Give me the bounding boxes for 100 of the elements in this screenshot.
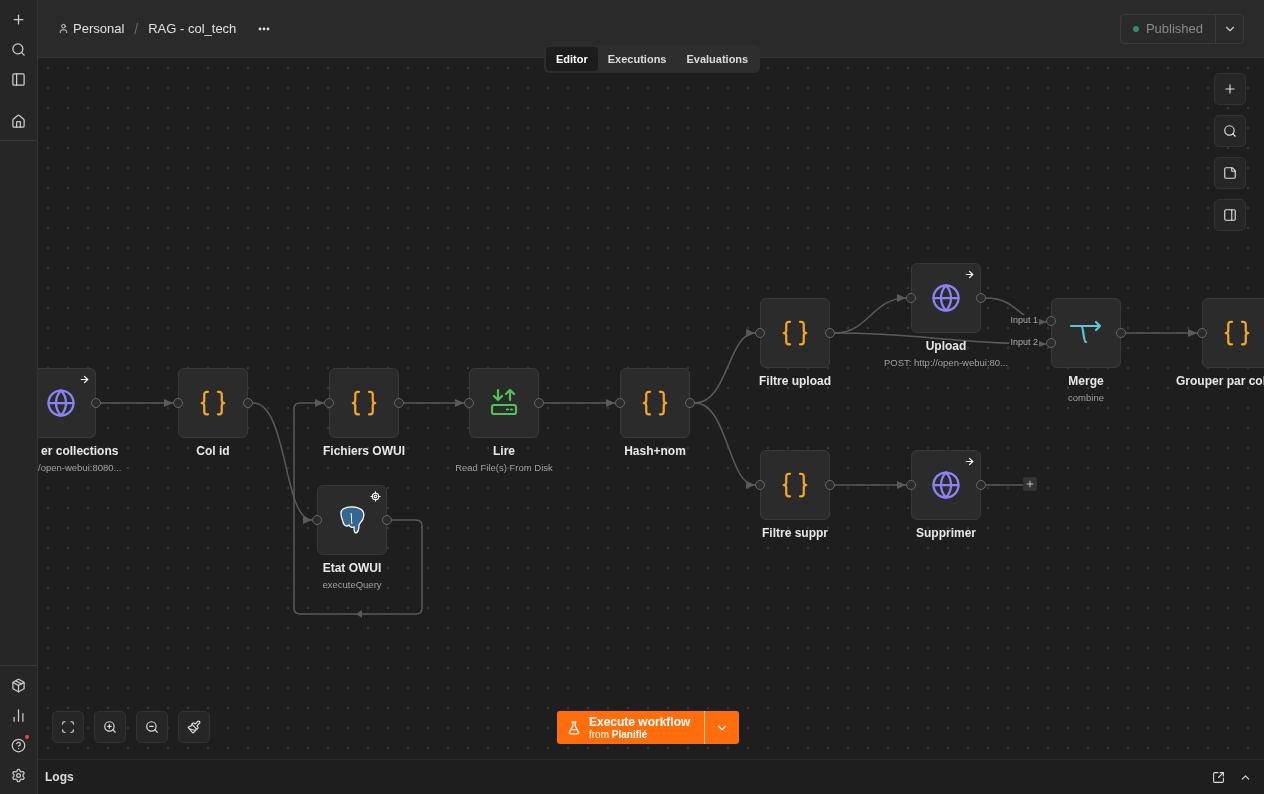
- zoom-in-button[interactable]: [94, 711, 126, 743]
- input-handle[interactable]: [464, 398, 474, 408]
- zoom-out-icon: [145, 720, 159, 734]
- input-handle[interactable]: [755, 480, 765, 490]
- input-handle[interactable]: [906, 293, 916, 303]
- help-icon: [11, 737, 26, 753]
- ellipsis-icon: [258, 26, 271, 31]
- zoom-out-button[interactable]: [136, 711, 168, 743]
- code-node[interactable]: [1202, 298, 1264, 368]
- flask-icon: [567, 720, 581, 735]
- output-handle[interactable]: [243, 398, 253, 408]
- input-handle[interactable]: [615, 398, 625, 408]
- panel-icon: [11, 71, 26, 87]
- logs-label: Logs: [45, 770, 74, 784]
- fit-view-button[interactable]: [52, 711, 84, 743]
- code-node[interactable]: [329, 368, 399, 438]
- http-node[interactable]: [38, 368, 96, 438]
- globe-icon: [46, 388, 76, 418]
- http-node[interactable]: [911, 263, 981, 333]
- node-title: Filtre upload: [759, 374, 831, 388]
- breadcrumb-separator: /: [134, 20, 139, 37]
- merge-node[interactable]: [1051, 298, 1121, 368]
- braces-icon: [780, 470, 810, 500]
- panel-toggle-button[interactable]: [1214, 199, 1246, 231]
- tab[interactable]: Editor: [546, 47, 598, 71]
- input-handle[interactable]: [755, 328, 765, 338]
- node-subtitle: /open-webui:8080...: [38, 462, 122, 473]
- output-handle[interactable]: [976, 480, 986, 490]
- add-node-button[interactable]: [1214, 73, 1246, 105]
- input-handle[interactable]: [1046, 316, 1056, 326]
- box-icon: [11, 677, 26, 693]
- braces-icon: [640, 388, 670, 418]
- node-title: Filtre suppr: [762, 526, 828, 540]
- add-node-button[interactable]: [1023, 477, 1037, 491]
- node-title: Upload: [925, 339, 967, 353]
- bar-chart-icon: [11, 707, 26, 723]
- postgres-node[interactable]: [317, 485, 387, 555]
- zoom-in-icon: [103, 720, 117, 734]
- globe-icon: [931, 470, 961, 500]
- input-handle[interactable]: [312, 515, 322, 525]
- node-title: Hash+nom: [624, 444, 686, 458]
- plus-icon: [1025, 479, 1035, 489]
- tidy-up-button[interactable]: [178, 711, 210, 743]
- node-title: Etat OWUI: [322, 561, 382, 575]
- input-label: Input 1: [1009, 315, 1039, 326]
- file-transfer-icon: [489, 388, 519, 418]
- braces-icon: [780, 318, 810, 348]
- node-subtitle: Read File(s) From Disk: [455, 462, 553, 473]
- brush-icon: [187, 720, 201, 734]
- output-handle[interactable]: [825, 480, 835, 490]
- braces-icon: [1222, 318, 1252, 348]
- code-node[interactable]: [760, 450, 830, 520]
- code-node[interactable]: [620, 368, 690, 438]
- search-button[interactable]: [1214, 115, 1246, 147]
- arrow-right-icon: [964, 456, 975, 467]
- panel-icon: [1223, 208, 1237, 222]
- node-title: er collections: [41, 444, 119, 458]
- search-icon: [11, 41, 26, 57]
- fit-view-icon: [61, 720, 75, 734]
- output-handle[interactable]: [382, 515, 392, 525]
- input-handle[interactable]: [1046, 338, 1056, 348]
- globe-icon: [931, 283, 961, 313]
- breadcrumb-link[interactable]: RAG - col_tech: [148, 21, 237, 36]
- breadcrumb-link[interactable]: Personal: [58, 21, 125, 36]
- code-node[interactable]: [178, 368, 248, 438]
- code-node[interactable]: [760, 298, 830, 368]
- sticky-note-button[interactable]: [1214, 157, 1246, 189]
- braces-icon: [198, 388, 228, 418]
- settings-icon: [11, 767, 26, 783]
- output-handle[interactable]: [825, 328, 835, 338]
- tab[interactable]: Evaluations: [676, 47, 759, 71]
- input-handle[interactable]: [173, 398, 183, 408]
- connection-line: [403, 398, 465, 408]
- node-title: Fichiers OWUI: [323, 444, 405, 458]
- arrow-right-icon: [79, 374, 90, 385]
- input-handle[interactable]: [324, 398, 334, 408]
- input-label: Input 2: [1009, 337, 1039, 348]
- node-subtitle: POST: http://open-webui:80...: [883, 357, 1009, 368]
- output-handle[interactable]: [685, 398, 695, 408]
- file-node[interactable]: [469, 368, 539, 438]
- arrow-right-icon: [964, 269, 975, 280]
- input-handle[interactable]: [906, 480, 916, 490]
- node-subtitle: executeQuery: [322, 579, 382, 590]
- search-icon: [1223, 124, 1237, 138]
- output-handle[interactable]: [976, 293, 986, 303]
- input-handle[interactable]: [1197, 328, 1207, 338]
- output-handle[interactable]: [534, 398, 544, 408]
- tab[interactable]: Executions: [597, 47, 677, 71]
- plus-icon: [1223, 82, 1237, 96]
- output-handle[interactable]: [91, 398, 101, 408]
- output-handle[interactable]: [1116, 328, 1126, 338]
- node-title: Supprimer: [916, 526, 976, 540]
- output-handle[interactable]: [394, 398, 404, 408]
- note-icon: [1223, 166, 1237, 180]
- braces-icon: [349, 388, 379, 418]
- connection-line: [985, 484, 1024, 486]
- target-icon: [370, 491, 381, 502]
- elephant-icon: [337, 505, 367, 535]
- http-node[interactable]: [911, 450, 981, 520]
- plus-icon: [11, 11, 26, 27]
